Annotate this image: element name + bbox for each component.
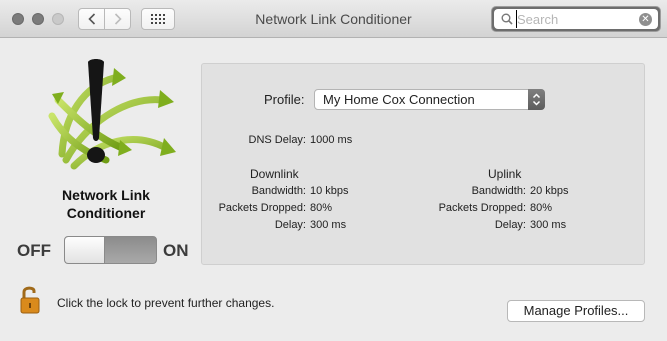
uplink-bandwidth-label: Bandwidth: — [471, 185, 526, 197]
downlink-heading: Downlink — [250, 167, 299, 181]
downlink-bandwidth-value: 10 kbps — [310, 185, 349, 197]
search-box[interactable]: ✕ — [494, 9, 658, 29]
toggle-on-label: ON — [163, 241, 189, 260]
dns-delay-value: 1000 ms — [310, 134, 353, 146]
uplink-heading: Uplink — [488, 167, 522, 181]
lock-message: Click the lock to prevent further change… — [57, 296, 275, 310]
app-name-line2: Conditioner — [66, 205, 146, 221]
network-link-conditioner-logo — [48, 59, 176, 170]
downlink-delay-value: 300 ms — [310, 219, 347, 231]
app-name: Network Link Conditioner — [40, 186, 172, 222]
window-titlebar: Network Link Conditioner ✕ — [0, 0, 667, 38]
lock-icon[interactable] — [20, 285, 42, 315]
search-icon — [501, 13, 513, 25]
uplink-delay-label: Delay: — [494, 219, 526, 231]
search-input[interactable] — [516, 10, 627, 28]
uplink-delay-value: 300 ms — [530, 219, 567, 231]
clear-icon[interactable]: ✕ — [639, 13, 652, 26]
uplink-bandwidth-value: 20 kbps — [530, 185, 569, 197]
downlink-packets-label: Packets Dropped: — [218, 202, 306, 214]
downlink-bandwidth-label: Bandwidth: — [251, 185, 306, 197]
app-name-line1: Network Link — [62, 187, 150, 203]
enable-switch[interactable] — [64, 236, 157, 264]
uplink-packets-value: 80% — [530, 202, 553, 214]
search-field-container: ✕ — [491, 6, 661, 32]
profile-label: Profile: — [264, 92, 305, 107]
stepper-icon[interactable] — [528, 89, 545, 110]
dns-delay-label: DNS Delay: — [248, 134, 306, 146]
downlink-delay-label: Delay: — [274, 219, 306, 231]
profile-select[interactable]: My Home Cox Connection — [314, 89, 545, 110]
toggle-off-label: OFF — [17, 241, 51, 260]
uplink-packets-label: Packets Dropped: — [438, 202, 526, 214]
switch-knob[interactable] — [65, 237, 105, 263]
profile-selected-value: My Home Cox Connection — [323, 92, 475, 107]
downlink-packets-value: 80% — [310, 202, 333, 214]
manage-profiles-button[interactable]: Manage Profiles... — [507, 300, 645, 322]
